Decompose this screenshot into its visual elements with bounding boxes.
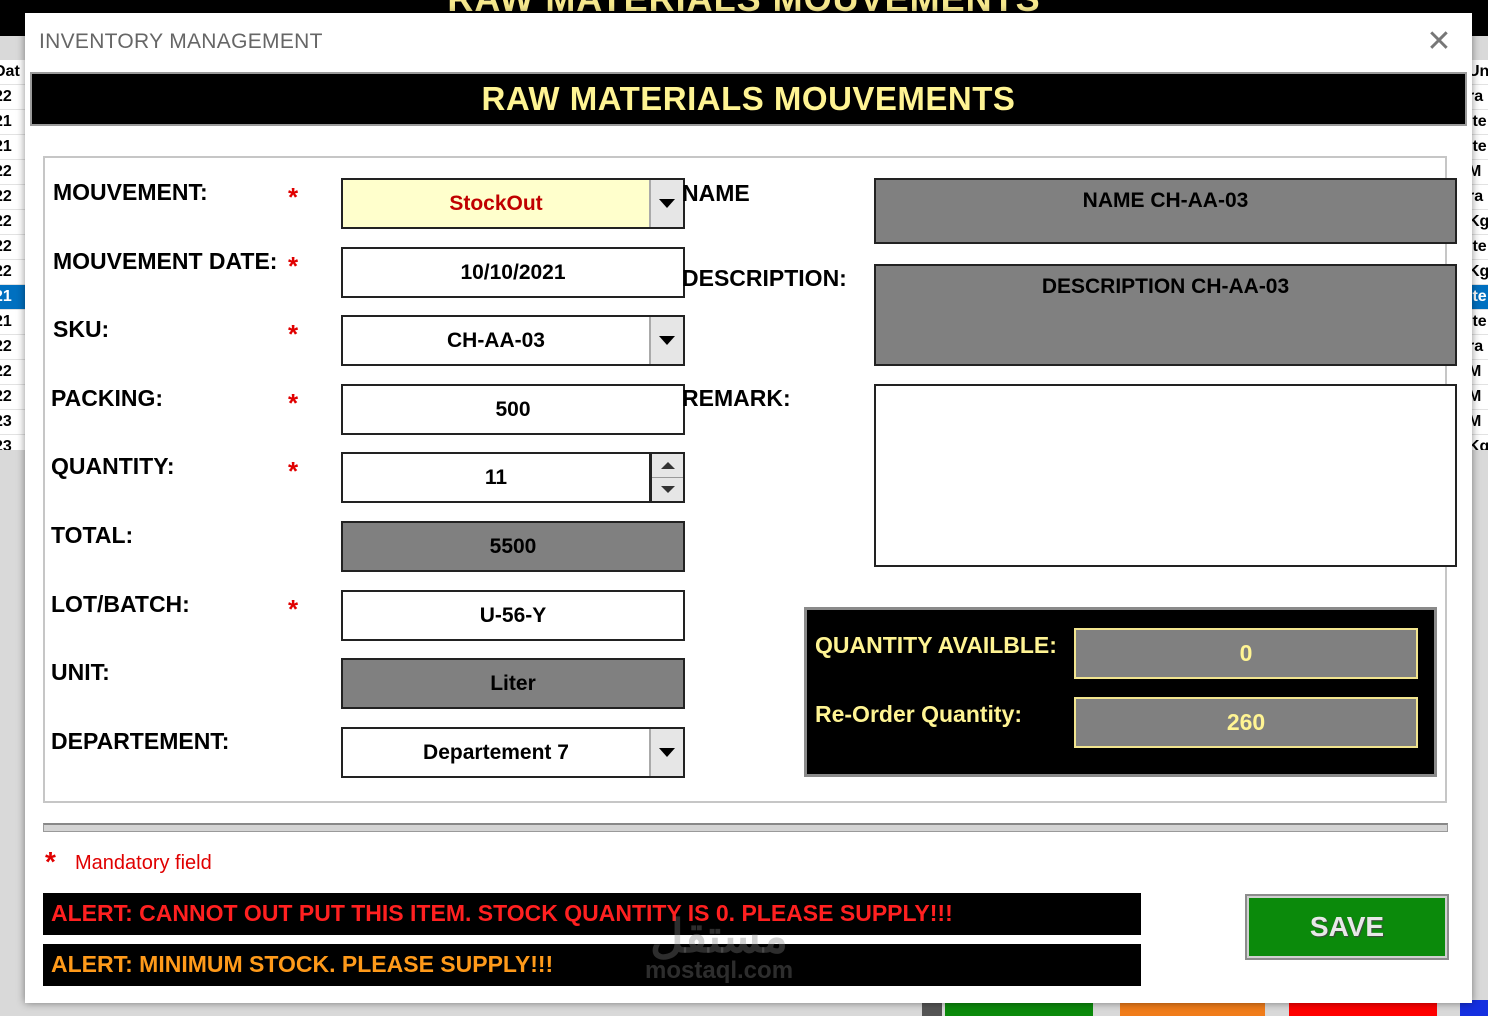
quantity-spinner[interactable] bbox=[650, 452, 685, 503]
quantity-label: QUANTITY: bbox=[51, 453, 175, 479]
sku-dropdown-arrow-icon[interactable] bbox=[649, 317, 683, 364]
form-header: RAW MATERIALS MOUVEMENTS bbox=[30, 72, 1467, 126]
quantity-field[interactable]: 11 bbox=[341, 452, 651, 503]
packing-field[interactable]: 500 bbox=[341, 384, 685, 435]
mandatory-star: * bbox=[45, 846, 56, 877]
watermark-latin: mostaql.com bbox=[645, 957, 794, 984]
window-title: INVENTORY MANAGEMENT bbox=[39, 30, 323, 53]
sku-value: CH-AA-03 bbox=[446, 328, 545, 352]
spin-up-icon[interactable] bbox=[652, 454, 683, 478]
unit-label: UNIT: bbox=[51, 659, 110, 685]
departement-dropdown[interactable]: Departement 7 bbox=[341, 727, 685, 778]
departement-value: Departement 7 bbox=[423, 740, 569, 764]
lot-batch-value: U-56-Y bbox=[479, 603, 547, 627]
quantity-available-field: 0 bbox=[1074, 628, 1418, 679]
mouvement-label: MOUVEMENT: bbox=[53, 179, 208, 205]
reorder-quantity-field: 260 bbox=[1074, 697, 1418, 748]
inventory-dialog: INVENTORY MANAGEMENT ✕ RAW MATERIALS MOU… bbox=[25, 13, 1472, 1003]
background-date-cell: 22 bbox=[0, 160, 26, 185]
departement-label: DEPARTEMENT: bbox=[51, 728, 230, 754]
total-label: TOTAL: bbox=[51, 522, 134, 548]
mouvement-date-field[interactable]: 10/10/2021 bbox=[341, 247, 685, 298]
quantity-value: 11 bbox=[484, 465, 508, 489]
background-date-cell: 22 bbox=[0, 335, 26, 360]
sku-dropdown[interactable]: CH-AA-03 bbox=[341, 315, 685, 366]
packing-value: 500 bbox=[495, 397, 531, 421]
mandatory-note: Mandatory field bbox=[75, 852, 212, 874]
background-date-cell: 22 bbox=[0, 385, 26, 410]
background-date-cell: 22 bbox=[0, 210, 26, 235]
name-field: NAME CH-AA-03 bbox=[874, 178, 1457, 244]
lot-batch-required-star: * bbox=[288, 594, 299, 624]
background-date-cell: 21 bbox=[0, 135, 26, 160]
alert-minimum-stock: ALERT: MINIMUM STOCK. PLEASE SUPPLY!!! bbox=[43, 944, 1141, 986]
background-date-cell: 23 bbox=[0, 410, 26, 435]
mouvement-date-value: 10/10/2021 bbox=[460, 260, 566, 284]
mouvement-dropdown-arrow-icon[interactable] bbox=[649, 180, 683, 227]
total-value: 5500 bbox=[489, 534, 537, 558]
background-date-cell: 22 bbox=[0, 235, 26, 260]
packing-required-star: * bbox=[288, 388, 299, 418]
watermark-arabic: مستقل bbox=[650, 910, 788, 962]
watermark-logo: مستقل mostaql.com bbox=[645, 913, 793, 983]
lot-batch-label: LOT/BATCH: bbox=[51, 591, 190, 617]
name-value: NAME CH-AA-03 bbox=[1082, 189, 1249, 212]
stock-info-panel: QUANTITY AVAILBLE: 0 Re-Order Quantity: … bbox=[804, 607, 1437, 777]
description-field: DESCRIPTION CH-AA-03 bbox=[874, 264, 1457, 366]
background-date-cell: 21 bbox=[0, 285, 26, 310]
background-date-cell: 22 bbox=[0, 185, 26, 210]
alert-stock-zero: ALERT: CANNOT OUT PUT THIS ITEM. STOCK Q… bbox=[43, 893, 1141, 935]
departement-dropdown-arrow-icon[interactable] bbox=[649, 729, 683, 776]
background-date-cell: 21 bbox=[0, 110, 26, 135]
description-value: DESCRIPTION CH-AA-03 bbox=[1041, 275, 1290, 298]
unit-value: Liter bbox=[490, 671, 536, 695]
spin-down-icon[interactable] bbox=[652, 478, 683, 502]
remark-label: REMARK: bbox=[682, 385, 791, 411]
save-button[interactable]: SAVE bbox=[1245, 894, 1449, 960]
background-date-cell: 22 bbox=[0, 260, 26, 285]
mouvement-required-star: * bbox=[288, 182, 299, 212]
background-date-cell: 22 bbox=[0, 360, 26, 385]
mouvement-date-required-star: * bbox=[288, 251, 299, 281]
packing-label: PACKING: bbox=[51, 385, 164, 411]
quantity-required-star: * bbox=[288, 456, 299, 486]
quantity-available-label: QUANTITY AVAILBLE: bbox=[815, 632, 1057, 658]
sku-label: SKU: bbox=[53, 316, 110, 342]
remark-textarea[interactable] bbox=[874, 384, 1457, 567]
background-date-column: Dat222121222222222221212222222323 bbox=[0, 60, 26, 450]
mouvement-dropdown[interactable]: StockOut bbox=[341, 178, 685, 229]
mouvement-date-label: MOUVEMENT DATE: bbox=[53, 248, 278, 274]
close-button[interactable]: ✕ bbox=[1420, 23, 1458, 61]
sku-required-star: * bbox=[288, 319, 299, 349]
form-title: RAW MATERIALS MOUVEMENTS bbox=[481, 80, 1016, 117]
background-date-cell: 21 bbox=[0, 310, 26, 335]
total-field: 5500 bbox=[341, 521, 685, 572]
reorder-quantity-label: Re-Order Quantity: bbox=[815, 701, 1023, 727]
description-label: DESCRIPTION: bbox=[682, 265, 847, 291]
title-bar: INVENTORY MANAGEMENT ✕ bbox=[25, 13, 1472, 71]
name-label: NAME bbox=[682, 180, 750, 206]
lot-batch-field[interactable]: U-56-Y bbox=[341, 590, 685, 641]
mouvement-value: StockOut bbox=[449, 191, 543, 215]
background-date-cell: 23 bbox=[0, 435, 26, 450]
divider bbox=[43, 823, 1448, 832]
unit-field: Liter bbox=[341, 658, 685, 709]
background-date-cell: Dat bbox=[0, 60, 26, 85]
background-date-cell: 22 bbox=[0, 85, 26, 110]
